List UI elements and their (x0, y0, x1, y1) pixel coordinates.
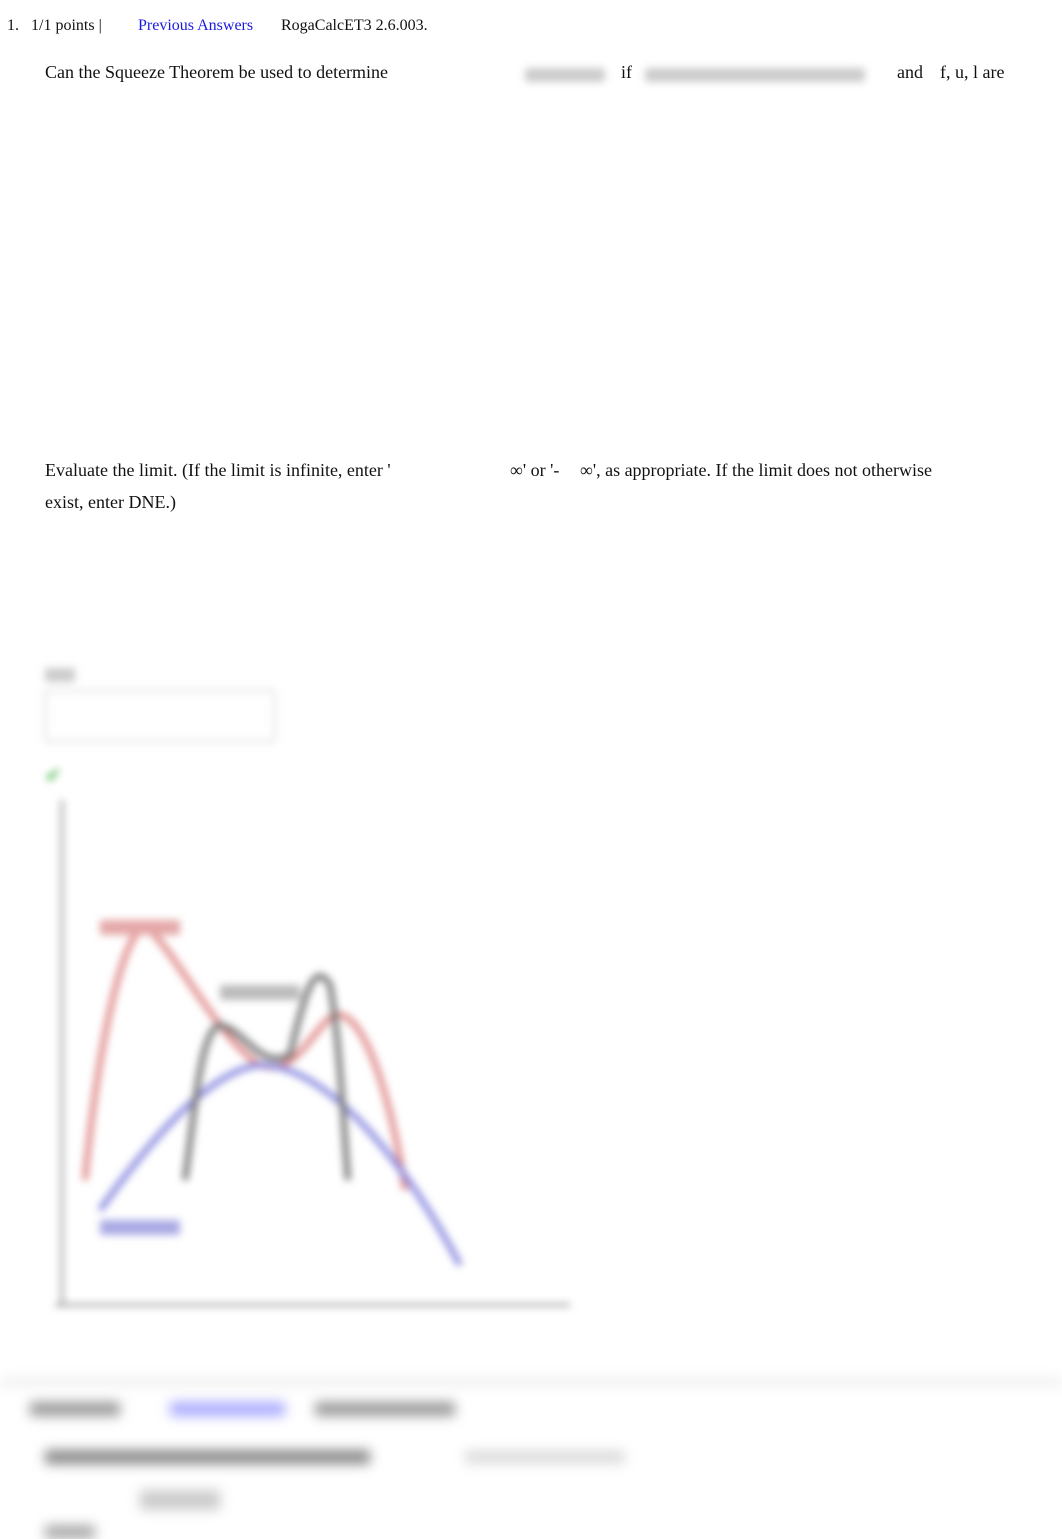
limit-expression-image (525, 62, 615, 98)
page: 1. 1/1 points | Previous Answers RogaCal… (0, 0, 1062, 1539)
q2-source (315, 1402, 455, 1416)
upper-label (100, 920, 180, 935)
answer-input[interactable] (45, 690, 275, 742)
q2-points (30, 1402, 120, 1416)
instruction-line2: exist, enter DNE.) (45, 492, 176, 512)
instruction-b: ∞' or '- (510, 460, 560, 480)
check-icon: ✔ (45, 765, 62, 787)
q2-question-text (45, 1450, 370, 1464)
and-word: and (897, 62, 923, 82)
question-text: Can the Squeeze Theorem be used to deter… (45, 62, 389, 82)
functions-text: f, u, l are (940, 62, 1005, 82)
points: 1/1 points | (31, 17, 102, 34)
question-number: 1. (7, 17, 19, 34)
answer-label (45, 668, 75, 682)
lower-label (100, 1220, 180, 1235)
squeeze-graph (55, 800, 570, 1307)
q2-answer (45, 1525, 95, 1539)
q2-previous-answers-link[interactable] (170, 1402, 285, 1416)
previous-answers-link[interactable]: Previous Answers (138, 17, 253, 35)
source: RogaCalcET3 2.6.003. (281, 17, 428, 34)
q2-limit-image (140, 1490, 220, 1510)
divider (0, 1378, 1062, 1386)
upper-curve (82, 924, 408, 1191)
instruction-a: Evaluate the limit. (If the limit is inf… (45, 460, 391, 480)
q2-expression (465, 1450, 625, 1464)
condition-expression-image (645, 62, 885, 98)
if-word: if (621, 62, 632, 82)
middle-label (220, 985, 300, 1000)
instruction-c: ∞', as appropriate. If the limit does no… (580, 460, 932, 480)
